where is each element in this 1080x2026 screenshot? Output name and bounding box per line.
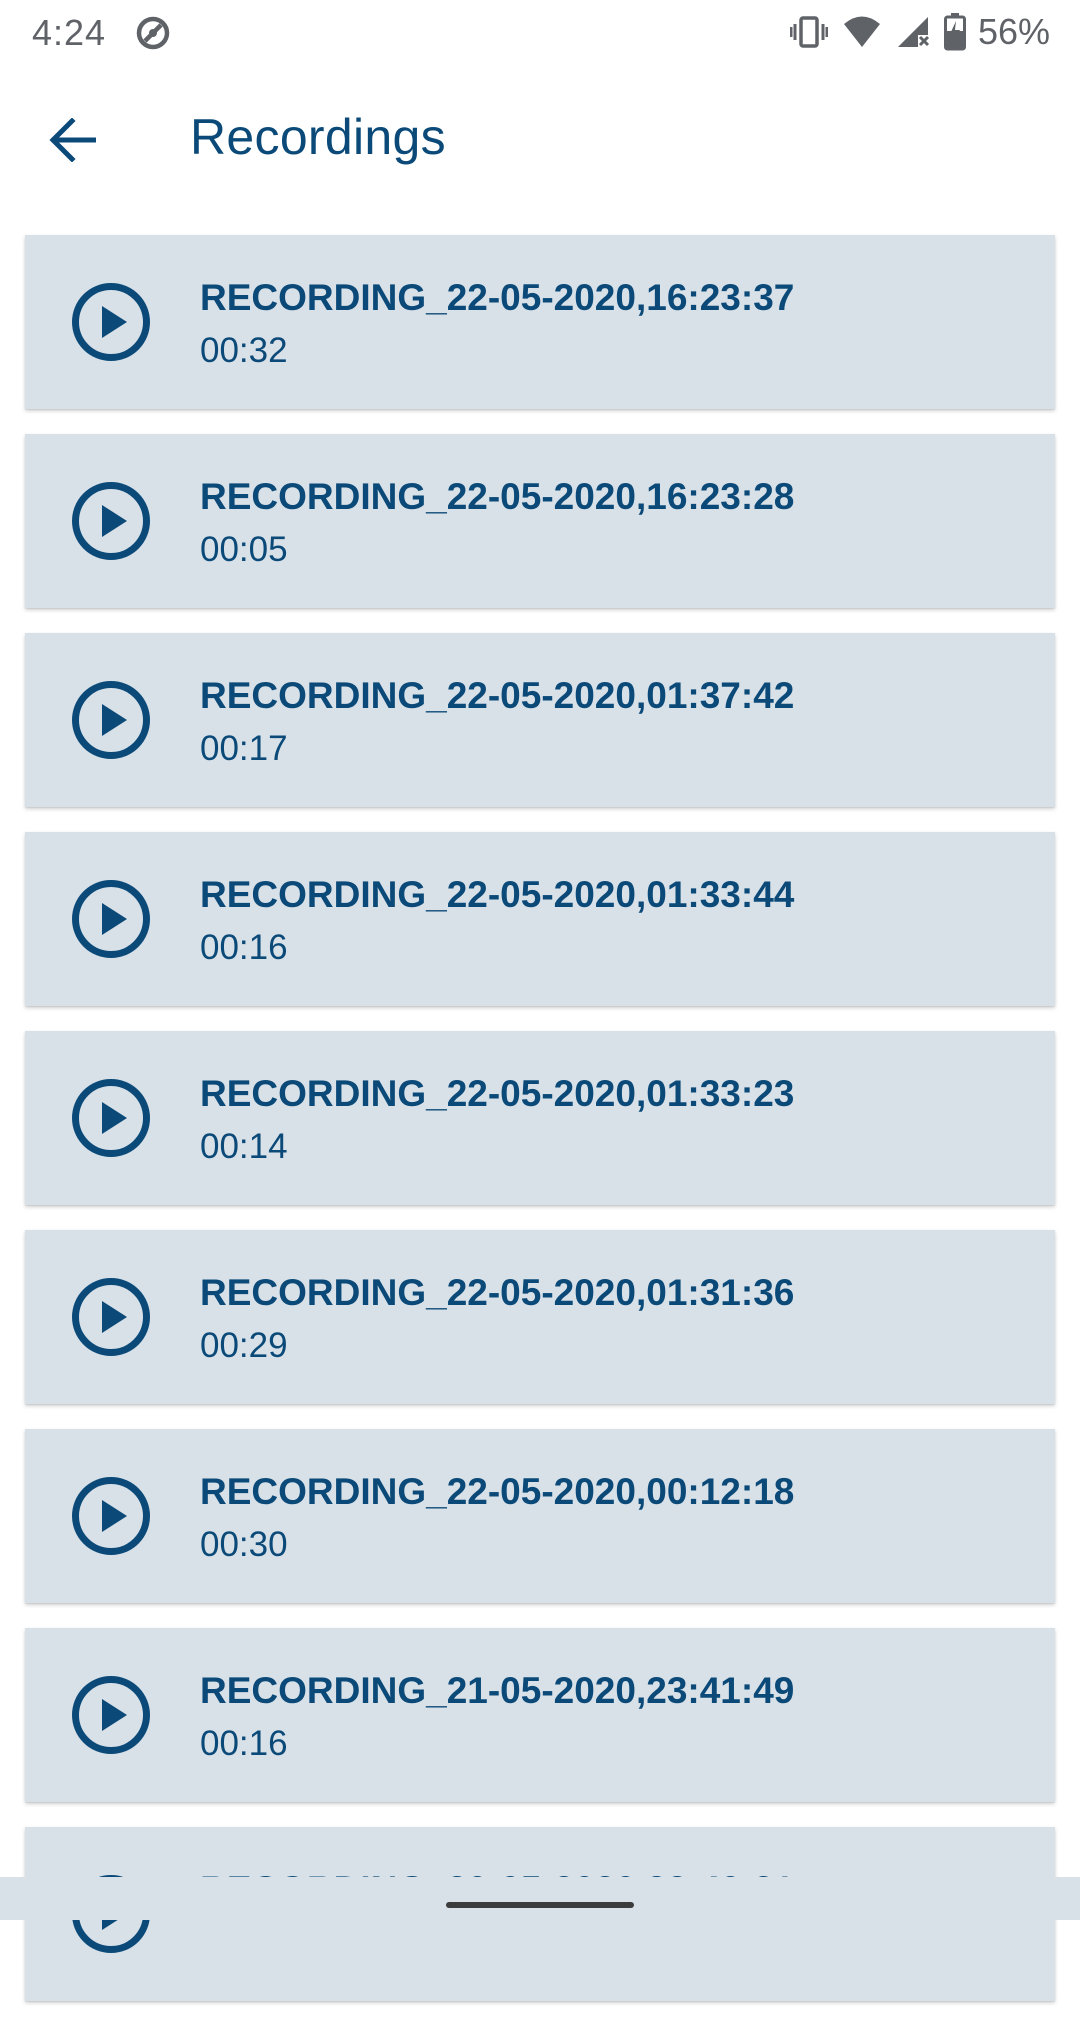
- recording-duration: 00:05: [200, 530, 288, 569]
- recording-name: RECORDING_22-05-2020,01:31:36: [200, 1272, 795, 1313]
- recording-duration: 00:32: [200, 331, 288, 370]
- wifi-icon: [843, 16, 880, 47]
- signal-icon: [897, 17, 929, 47]
- recording-item[interactable]: RECORDING_22-05-2020,01:33:44 00:16: [25, 832, 1055, 1006]
- recordings-list: RECORDING_22-05-2020,16:23:37 00:32 RECO…: [25, 235, 1055, 2026]
- recording-duration: 00:30: [200, 1525, 288, 1564]
- recording-name: RECORDING_22-05-2020,16:23:37: [200, 277, 795, 318]
- recording-item[interactable]: RECORDING_22-05-2020,01:31:36 00:29: [25, 1230, 1055, 1404]
- recording-name: RECORDING_21-05-2020,23:41:49: [200, 1670, 795, 1711]
- recording-item[interactable]: RECORDING_22-05-2020,16:23:37 00:32: [25, 235, 1055, 409]
- vibrate-icon: [789, 16, 828, 48]
- recording-duration: 00:29: [200, 1326, 288, 1365]
- recording-name: RECORDING_22-05-2020,01:37:42: [200, 675, 795, 716]
- recording-duration: 00:14: [200, 1127, 288, 1166]
- play-circle-icon[interactable]: [71, 879, 151, 959]
- recording-item[interactable]: RECORDING_22-05-2020,01:33:23 00:14: [25, 1031, 1055, 1205]
- recording-name: RECORDING_22-05-2020,00:12:18: [200, 1471, 795, 1512]
- recording-duration: 00:16: [200, 1724, 288, 1763]
- play-circle-icon[interactable]: [71, 282, 151, 362]
- status-icons: 56%: [789, 10, 1050, 54]
- app-bar: Recordings: [0, 64, 1080, 212]
- play-circle-icon[interactable]: [71, 1277, 151, 1357]
- recording-item[interactable]: RECORDING_22-05-2020,00:12:18 00:30: [25, 1429, 1055, 1603]
- status-bar: 4:24 56%: [0, 0, 1080, 64]
- battery-charging-icon: [943, 13, 966, 51]
- recording-name: RECORDING_22-05-2020,01:33:44: [200, 874, 795, 915]
- recording-name: RECORDING_22-05-2020,16:23:28: [200, 476, 795, 517]
- battery-percentage: 56%: [977, 11, 1050, 52]
- recording-duration: 00:17: [200, 729, 288, 768]
- recording-name: RECORDING_22-05-2020,01:33:23: [200, 1073, 795, 1114]
- home-gesture-handle[interactable]: [446, 1902, 634, 1908]
- recording-item[interactable]: RECORDING_22-05-2020,01:37:42 00:17: [25, 633, 1055, 807]
- play-circle-icon[interactable]: [71, 680, 151, 760]
- recording-item[interactable]: RECORDING_22-05-2020,16:23:28 00:05: [25, 434, 1055, 608]
- data-saver-icon: [136, 16, 170, 50]
- navigation-bar: [0, 1877, 1080, 1920]
- recording-duration: 00:16: [200, 928, 288, 967]
- arrow-back-icon: [49, 118, 96, 162]
- play-circle-icon[interactable]: [71, 481, 151, 561]
- status-time: 4:24: [32, 12, 107, 53]
- recording-item[interactable]: RECORDING_21-05-2020,23:41:49 00:16: [25, 1628, 1055, 1802]
- play-circle-icon[interactable]: [71, 1675, 151, 1755]
- back-button[interactable]: [36, 104, 108, 176]
- play-circle-icon[interactable]: [71, 1476, 151, 1556]
- play-circle-icon[interactable]: [71, 1078, 151, 1158]
- page-title: Recordings: [190, 109, 446, 165]
